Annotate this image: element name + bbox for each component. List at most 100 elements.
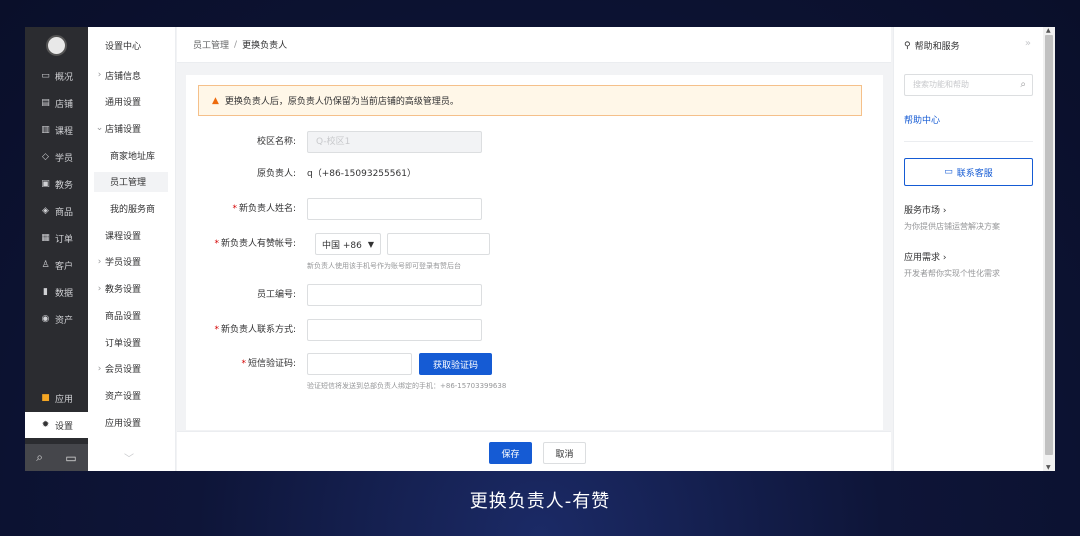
- store-avatar[interactable]: [46, 35, 67, 56]
- scrollbar-thumb[interactable]: [1045, 35, 1053, 455]
- course-icon: ▥: [41, 125, 50, 135]
- collapse-icon[interactable]: »: [1025, 38, 1031, 49]
- settings-nav-item[interactable]: 课程设置: [94, 225, 168, 245]
- settings-nav-label: 商品设置: [105, 311, 142, 322]
- employee-number-input[interactable]: [307, 284, 482, 306]
- sidebar-item-label: 资产: [54, 315, 73, 326]
- settings-nav-item[interactable]: 商家地址库: [94, 145, 168, 165]
- chevron-down-icon[interactable]: ﹀: [124, 450, 134, 465]
- help-search-input[interactable]: 搜索功能和帮助 ⌕: [904, 74, 1033, 96]
- student-icon: ◇: [42, 152, 49, 162]
- sidebar-item-label: 订单: [54, 234, 73, 245]
- sidebar-item-settings[interactable]: ✹ 设置: [25, 412, 88, 438]
- cancel-button[interactable]: 取消: [543, 442, 586, 464]
- country-code-select[interactable]: 中国 +86 ▼: [315, 233, 381, 255]
- settings-nav-label: 订单设置: [105, 338, 142, 349]
- employee-no-row: 员工编号:: [186, 284, 883, 306]
- sidebar-item-goods[interactable]: ◈ 商品: [25, 198, 88, 224]
- campus-row: 校区名称: Q-校区1: [186, 131, 883, 153]
- settings-nav-item[interactable]: › 教务设置: [94, 279, 168, 299]
- customer-icon: ♙: [41, 260, 50, 270]
- form-footer: 保存 取消: [177, 431, 891, 471]
- teaching-icon: ▣: [41, 179, 50, 189]
- search-icon[interactable]: ⌕: [1020, 75, 1026, 95]
- get-code-button[interactable]: 获取验证码: [419, 353, 492, 375]
- search-icon[interactable]: ⌕: [36, 450, 43, 465]
- settings-nav-item[interactable]: 我的服务商: [94, 199, 168, 219]
- new-name-label: * 新负责人姓名:: [232, 204, 296, 214]
- help-icon: ⚲: [904, 40, 911, 51]
- settings-nav-item[interactable]: 订单设置: [94, 332, 168, 352]
- sidebar-item-course[interactable]: ▥ 课程: [25, 117, 88, 143]
- settings-nav-item[interactable]: › 学员设置: [94, 252, 168, 272]
- new-name-row: * 新负责人姓名:: [186, 198, 883, 220]
- settings-nav-item[interactable]: ⌄ 店铺设置: [94, 118, 168, 138]
- sidebar-item-customer[interactable]: ♙ 客户: [25, 252, 88, 278]
- settings-nav-item[interactable]: 商品设置: [94, 305, 168, 325]
- sidebar-item-order[interactable]: ▦ 订单: [25, 225, 88, 251]
- settings-nav-item[interactable]: › 店铺信息: [94, 65, 168, 85]
- sidebar-item-store[interactable]: ▤ 店铺: [25, 90, 88, 116]
- notice-text: 更换负责人后，原负责人仍保留为当前店铺的高级管理员。: [224, 97, 459, 107]
- slide-caption: 更换负责人-有赞: [469, 491, 611, 512]
- sidebar-item-asset[interactable]: ◉ 资产: [25, 306, 88, 332]
- settings-nav-label: 教务设置: [105, 285, 142, 296]
- settings-nav-label: 店铺信息: [105, 71, 142, 82]
- new-owner-name-input[interactable]: [307, 198, 482, 220]
- help-panel: ⚲ 帮助和服务 » 搜索功能和帮助 ⌕ 帮助中心 ▭ 联系客服 服务市场 › 为…: [893, 27, 1043, 471]
- sms-row: * 短信验证码: 获取验证码 验证短信将发送到总部负责人绑定的手机：+86-157…: [186, 353, 883, 390]
- settings-nav-item[interactable]: 通用设置: [94, 92, 168, 112]
- app-window: ▭ 概况 ▤ 店铺 ▥ 课程 ◇ 学员 ▣ 教务 ◈ 商品 ▦ 订单 ♙ 客户 ▮ 数据 ◉ 资产 ■ 应用 ✹ 设置…: [25, 27, 1055, 471]
- contact-row: * 新负责人联系方式:: [186, 319, 883, 341]
- service-market-link[interactable]: 服务市场 ›: [904, 203, 946, 216]
- settings-nav-label: 学员设置: [105, 258, 142, 269]
- sidebar-item-label: 店铺: [54, 99, 73, 110]
- breadcrumb-parent[interactable]: 员工管理: [193, 38, 229, 51]
- help-center-link[interactable]: 帮助中心: [904, 113, 940, 126]
- sidebar-item-data[interactable]: ▮ 数据: [25, 279, 88, 305]
- contact-input[interactable]: [307, 319, 482, 341]
- save-button[interactable]: 保存: [489, 442, 532, 464]
- settings-nav-item[interactable]: 应用设置: [94, 412, 168, 432]
- sidebar-item-app[interactable]: ■ 应用: [25, 385, 88, 411]
- sidebar-item-student[interactable]: ◇ 学员: [25, 144, 88, 170]
- app-icon: ■: [41, 393, 50, 403]
- settings-nav-item[interactable]: 员工管理: [94, 171, 168, 192]
- goods-icon: ◈: [42, 206, 49, 216]
- app-request-link[interactable]: 应用需求 ›: [904, 250, 946, 263]
- campus-name-field: Q-校区1: [307, 131, 482, 153]
- order-icon: ▦: [41, 233, 50, 243]
- country-code-value: 中国 +86: [321, 240, 362, 251]
- settings-nav-label: 我的服务商: [110, 205, 156, 215]
- sidebar-item-overview[interactable]: ▭ 概况: [25, 63, 88, 89]
- settings-nav-item[interactable]: › 会员设置: [94, 359, 168, 379]
- settings-icon: ✹: [41, 420, 50, 430]
- customer-service-button[interactable]: ▭ 联系客服: [904, 158, 1033, 186]
- sms-code-input[interactable]: [307, 353, 412, 375]
- sidebar-item-label: 课程: [54, 126, 73, 137]
- scroll-up-icon[interactable]: ▲: [1046, 27, 1051, 34]
- settings-nav-item[interactable]: 资产设置: [94, 385, 168, 405]
- old-owner-label: 原负责人:: [256, 169, 296, 179]
- settings-nav-label: 应用设置: [105, 418, 142, 429]
- settings-nav-label: 课程设置: [105, 231, 142, 242]
- scroll-down-icon[interactable]: ▼: [1046, 464, 1051, 471]
- new-account-label: * 新负责人有赞帐号:: [214, 239, 296, 249]
- settings-sidebar: 设置中心 › 店铺信息 通用设置 ⌄ 店铺设置 商家地址库 员工管理 我的服务商 课程设置 › 学员…: [88, 27, 176, 471]
- sidebar-item-label: 教务: [54, 180, 73, 191]
- sms-hint: 验证短信将发送到总部负责人绑定的手机：+86-15703399638: [307, 382, 507, 390]
- sidebar-item-label: 概况: [54, 72, 73, 83]
- asset-icon: ◉: [41, 314, 50, 324]
- sidebar-item-teaching[interactable]: ▣ 教务: [25, 171, 88, 197]
- chevron-right-icon: ›: [97, 283, 102, 294]
- message-icon[interactable]: ▭: [65, 451, 76, 465]
- sidebar-bottom-bar: ⌕ ▭: [25, 444, 88, 471]
- breadcrumb-current: 更换负责人: [242, 41, 288, 51]
- sidebar-item-label: 设置: [54, 421, 73, 432]
- page-scrollbar[interactable]: ▲ ▼: [1043, 27, 1055, 471]
- phone-number-input[interactable]: [387, 233, 490, 255]
- breadcrumb-separator: /: [234, 39, 238, 50]
- sms-label: * 短信验证码:: [241, 359, 296, 369]
- warning-notice: ▲ 更换负责人后，原负责人仍保留为当前店铺的高级管理员。: [198, 85, 862, 116]
- campus-label: 校区名称:: [256, 137, 296, 147]
